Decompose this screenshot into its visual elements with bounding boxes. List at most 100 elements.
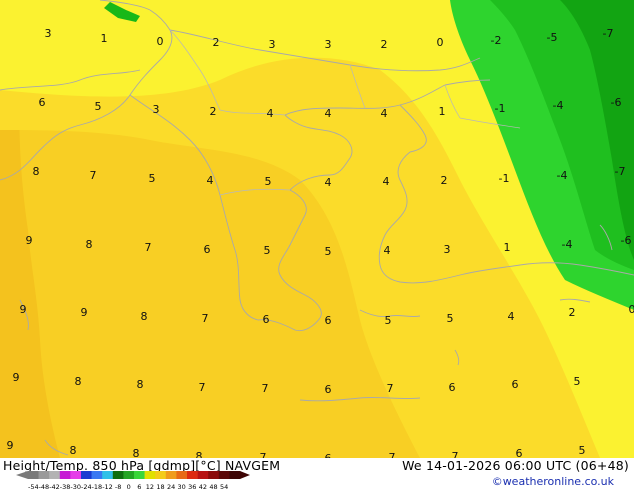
temperature-value: 6	[263, 313, 270, 326]
temperature-value: -1	[499, 172, 510, 185]
colorbar-segment	[112, 471, 124, 479]
temperature-value: 5	[149, 172, 156, 185]
colorbar-segment	[102, 471, 114, 479]
colorbar-tick-label: -38	[60, 483, 71, 490]
temperature-value: 8	[75, 375, 82, 388]
temperature-value: 4	[325, 176, 332, 189]
temperature-value: 8	[137, 378, 144, 391]
temperature-value: 6	[204, 243, 211, 256]
temperature-value: 4	[384, 244, 391, 257]
temperature-value: 5	[385, 314, 392, 327]
colorbar-segment	[208, 471, 220, 479]
colorbar-segment	[229, 471, 241, 479]
temperature-value: 1	[439, 105, 446, 118]
temperature-value: 4	[267, 107, 274, 120]
temperature-value: -7	[603, 27, 614, 40]
temperature-value: 6	[325, 383, 332, 396]
temperature-value: 5	[447, 312, 454, 325]
temperature-value: 5	[95, 100, 102, 113]
colorbar-tick-label: 54	[220, 483, 228, 490]
temperature-value: 8	[33, 165, 40, 178]
colorbar-segment	[144, 471, 156, 479]
temperature-value: 6	[449, 381, 456, 394]
temperature-value: 4	[325, 107, 332, 120]
temperature-value: 5	[265, 175, 272, 188]
temperature-value: 7	[260, 451, 267, 458]
colorbar-segment	[70, 471, 82, 479]
colorbar-left-arrow	[16, 471, 28, 479]
temperature-value: -4	[562, 238, 573, 251]
temperature-value: -1	[495, 102, 506, 115]
temperature-value: 5	[574, 375, 581, 388]
forecast-datetime: We 14-01-2026 06:00 UTC (06+48)	[402, 458, 629, 473]
temperature-value: 7	[387, 382, 394, 395]
temperature-value: 8	[70, 444, 77, 457]
temperature-value: 2	[569, 306, 576, 319]
temperature-value: 8	[141, 310, 148, 323]
colorbar-tick-label: 18	[156, 483, 164, 490]
temperature-value: 7	[452, 450, 459, 458]
temperature-value: 7	[389, 451, 396, 458]
colorbar-tick-label: 48	[209, 483, 217, 490]
temperature-value: 3	[153, 103, 160, 116]
colorbar-tick-label: 30	[178, 483, 186, 490]
colorbar-tick-label: -30	[70, 483, 81, 490]
colorbar-segment	[155, 471, 167, 479]
temperature-value: -4	[557, 169, 568, 182]
temperature-value: 7	[202, 312, 209, 325]
temperature-value: 3	[325, 38, 332, 51]
colorbar-segment	[91, 471, 103, 479]
colorbar-segment	[165, 471, 177, 479]
colorbar-segment	[49, 471, 61, 479]
temperature-value: 0	[629, 303, 634, 316]
credit-link[interactable]: ©weatheronline.co.uk	[492, 475, 614, 488]
temperature-value: 5	[579, 444, 586, 457]
colorbar-segment	[81, 471, 92, 479]
temperature-value: 7	[145, 241, 152, 254]
temperature-map: 3 1 0 2 3 3 2 0 -2 -5 -7 6 5 3 2 4 4 4 1 -1 -4 -6 8 7 5 4 5 4 4 2 -1 -4…	[0, 0, 634, 458]
temperature-value: 8	[196, 450, 203, 458]
colorbar-tick-label: -48	[39, 483, 50, 490]
colorbar-tick-label: 6	[137, 483, 141, 490]
temperature-value: 6	[325, 314, 332, 327]
colorbar-segment	[218, 471, 230, 479]
colorbar-right-arrow	[240, 471, 250, 479]
temperature-value: 8	[86, 238, 93, 251]
temperature-value: 2	[381, 38, 388, 51]
colorbar-tick-label: 42	[199, 483, 207, 490]
temperature-value: -6	[621, 234, 632, 247]
temperature-value: 7	[262, 382, 269, 395]
temperature-value: 9	[20, 303, 27, 316]
temperature-value: -7	[615, 165, 626, 178]
temperature-value: 6	[39, 96, 46, 109]
temperature-value: 9	[7, 439, 14, 452]
temperature-value: 3	[444, 243, 451, 256]
temperature-value: 3	[269, 38, 276, 51]
colorbar-segment	[134, 471, 145, 479]
temperature-value: 9	[81, 306, 88, 319]
colorbar-tick-label: 36	[188, 483, 196, 490]
temperature-value: 5	[264, 244, 271, 257]
temperature-value: 3	[45, 27, 52, 40]
colorbar-segment	[28, 471, 39, 479]
colorbar-segment	[176, 471, 188, 479]
temperature-value: 4	[383, 175, 390, 188]
colorbar-tick-label: -24	[81, 483, 92, 490]
weather-map-view: 3 1 0 2 3 3 2 0 -2 -5 -7 6 5 3 2 4 4 4 1 -1 -4 -6 8 7 5 4 5 4 4 2 -1 -4…	[0, 0, 634, 490]
temperature-value: 2	[213, 36, 220, 49]
colorbar-segment	[38, 471, 50, 479]
colorbar-tick-label: 24	[167, 483, 175, 490]
temperature-value: 8	[133, 447, 140, 458]
temperature-value: 4	[508, 310, 515, 323]
temperature-value: 7	[90, 169, 97, 182]
temperature-value: 4	[381, 107, 388, 120]
temperature-value: 1	[101, 32, 108, 45]
colorbar-tick-label: -42	[49, 483, 60, 490]
temperature-value: 6	[516, 447, 523, 458]
temperature-value: 9	[13, 371, 20, 384]
color-legend: -54 -48 -42 -38 -30 -24 -18 -12 -8 0 6 12 18 24 30 36 42…	[16, 471, 250, 490]
temperature-value: 7	[199, 381, 206, 394]
temperature-value: 1	[504, 241, 511, 254]
colorbar-segment	[123, 471, 135, 479]
colorbar-tick-label: -8	[115, 483, 121, 490]
